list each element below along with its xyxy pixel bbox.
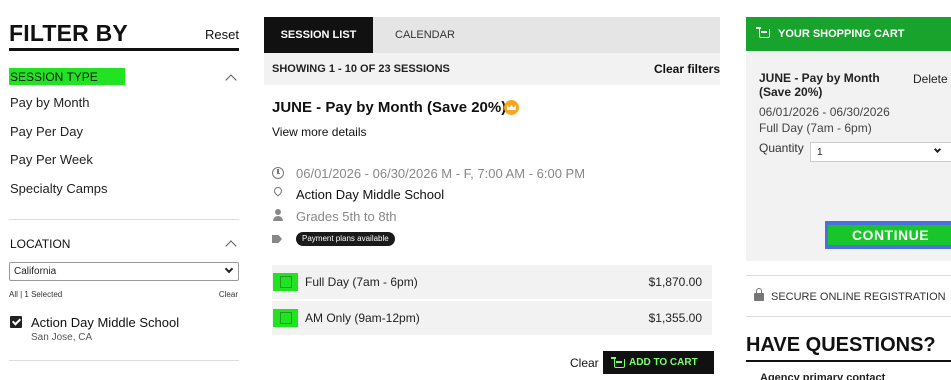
results-bar: SHOWING 1 - 10 OF 23 SESSIONS Clear filt… [264,53,720,85]
quantity-label: Quantity [759,141,804,155]
session-option-row[interactable]: Full Day (7am - 6pm) $1,870.00 [272,265,712,299]
location-label[interactable]: LOCATION [10,237,70,251]
option-name: Full Day (7am - 6pm) [305,275,418,289]
location-select[interactable]: California [9,262,239,281]
tab-session-list[interactable]: SESSION LIST [264,17,373,59]
add-to-cart-button[interactable]: ADD TO CART [603,351,714,374]
chevron-up-icon[interactable] [225,74,237,86]
location-clear-link[interactable]: Clear [219,290,238,299]
filter-panel: FILTER BY Reset SESSION TYPE Pay by Mont… [9,0,239,380]
option-checkbox[interactable] [280,276,292,288]
secure-registration-text: SECURE ONLINE REGISTRATION [771,291,946,303]
chevron-up-icon[interactable] [225,240,237,252]
session-location[interactable]: Action Day Middle School [296,187,444,202]
quantity-select[interactable]: 1 [810,142,951,162]
filter-header: FILTER BY Reset [9,20,239,51]
cart-item-name: JUNE - Pay by Month (Save 20%) [759,71,880,99]
clear-button[interactable]: Clear [570,356,599,370]
divider [746,360,951,362]
cart-header-title: YOUR SHOPPING CART [778,28,905,40]
view-more-details-link[interactable]: View more details [272,125,367,139]
session-type-option[interactable]: Pay by Month [10,95,90,110]
session-type-option[interactable]: Specialty Camps [10,181,108,196]
cart-icon [611,357,625,368]
tab-calendar[interactable]: CALENDAR [395,17,455,53]
option-name: AM Only (9am-12pm) [305,311,420,325]
shopping-cart-panel: YOUR SHOPPING CART JUNE - Pay by Month (… [746,17,951,261]
cart-icon [756,27,770,38]
continue-button[interactable]: CONTINUE [828,225,951,245]
chevron-down-icon [933,145,942,154]
crown-icon [504,100,519,115]
option-checkbox[interactable] [280,312,292,324]
cart-item-dates: 06/01/2026 - 06/30/2026 [759,105,890,119]
quantity-value: 1 [817,147,823,158]
add-to-cart-label: ADD TO CART [629,357,698,368]
view-tabs: SESSION LIST CALENDAR [264,17,720,59]
tag-icon [272,233,284,245]
results-count: SHOWING 1 - 10 OF 23 SESSIONS [272,63,450,75]
session-option-row[interactable]: AM Only (9am-12pm) $1,355.00 [272,301,712,335]
payment-plans-badge: Payment plans available [296,232,395,246]
location-pin-icon [272,185,284,197]
cart-item-time: Full Day (7am - 6pm) [759,121,872,135]
session-type-option[interactable]: Pay Per Week [10,152,93,167]
session-list-panel: SESSION LIST CALENDAR SHOWING 1 - 10 OF … [264,0,720,380]
lock-icon [754,288,764,301]
session-dates: 06/01/2026 - 06/30/2026 M - F, 7:00 AM -… [296,166,586,181]
location-checkbox[interactable] [10,316,22,328]
have-questions-heading: HAVE QUESTIONS? [746,334,936,356]
session-title[interactable]: JUNE - Pay by Month (Save 20%) [272,99,506,116]
option-price: $1,355.00 [648,311,702,325]
clear-filters-link[interactable]: Clear filters [654,62,720,76]
location-all-selected[interactable]: All | 1 Selected [9,290,62,299]
divider [9,219,239,220]
location-city: San Jose, CA [31,332,93,343]
secure-registration: SECURE ONLINE REGISTRATION [746,275,951,317]
cart-delete-link[interactable]: Delete [913,72,948,86]
session-type-option[interactable]: Pay Per Day [10,124,83,139]
session-grades: Grades 5th to 8th [296,209,397,224]
session-type-label[interactable]: SESSION TYPE [10,70,98,84]
agency-contact-label: Agency primary contact [760,372,886,380]
location-select-value: California [14,266,57,277]
reset-button[interactable]: Reset [205,27,239,42]
filter-title: FILTER BY [9,20,128,46]
divider [9,360,239,361]
person-icon [272,209,284,221]
option-price: $1,870.00 [648,275,702,289]
chevron-down-icon [224,264,234,274]
clock-icon [272,167,284,179]
cart-header: YOUR SHOPPING CART [746,17,951,51]
location-name[interactable]: Action Day Middle School [31,315,179,330]
